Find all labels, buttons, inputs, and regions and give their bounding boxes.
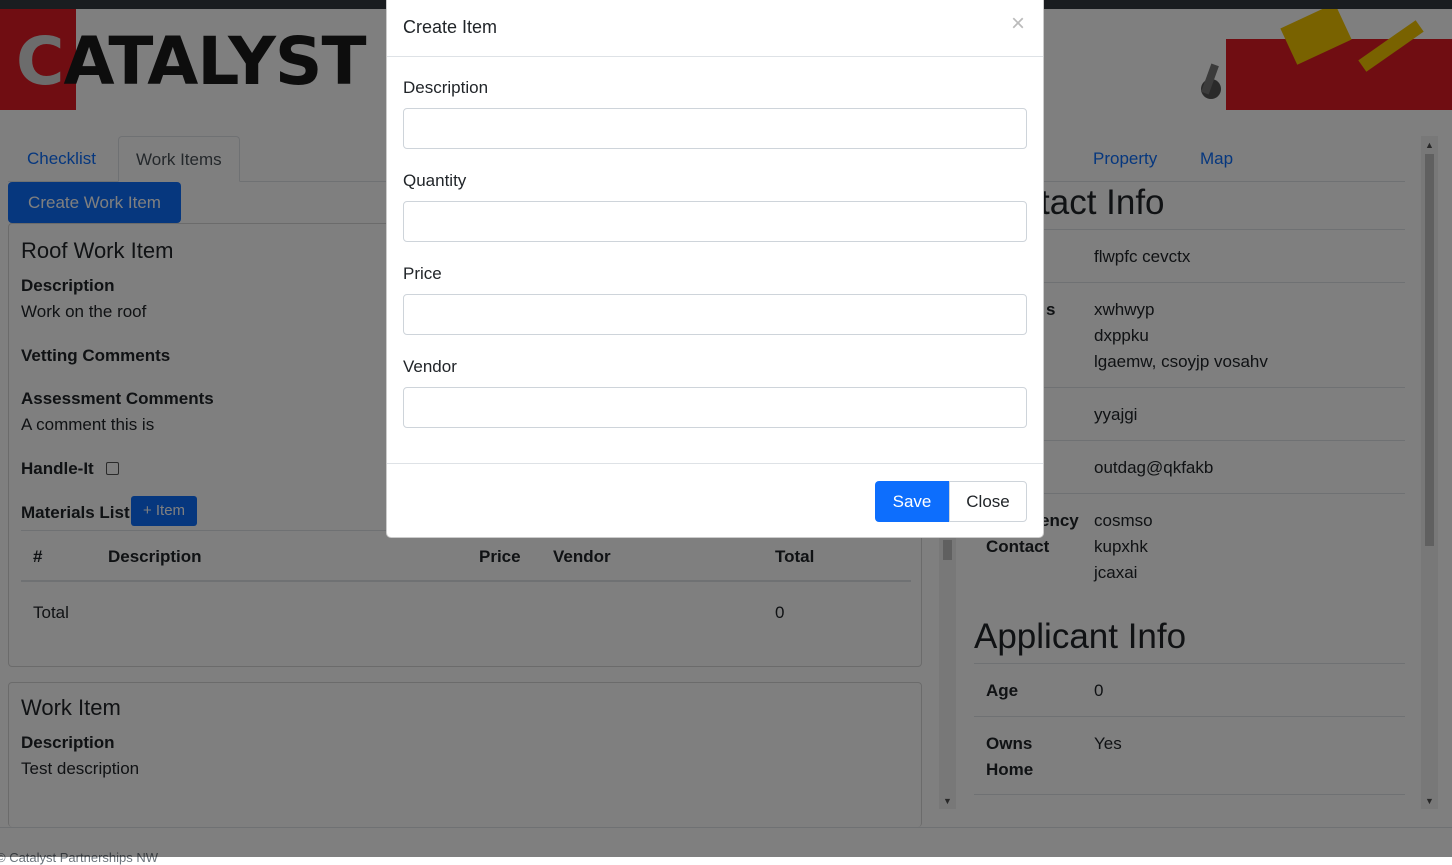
close-button[interactable]: Close (949, 481, 1027, 522)
modal-footer: Save Close (387, 463, 1043, 538)
description-input[interactable] (403, 108, 1027, 149)
quantity-input[interactable] (403, 201, 1027, 242)
price-input[interactable] (403, 294, 1027, 335)
close-icon[interactable]: × (1011, 12, 1025, 36)
save-button[interactable]: Save (875, 481, 949, 522)
vendor-field-label: Vendor (403, 357, 457, 376)
modal-title: Create Item (403, 17, 498, 37)
modal-header: Create Item × (387, 0, 1043, 57)
price-field-label: Price (403, 264, 442, 283)
description-field-label: Description (403, 78, 489, 97)
create-item-modal: Create Item × Description Quantity Price… (386, 0, 1044, 538)
vendor-input[interactable] (403, 387, 1027, 428)
quantity-field-label: Quantity (403, 171, 467, 190)
